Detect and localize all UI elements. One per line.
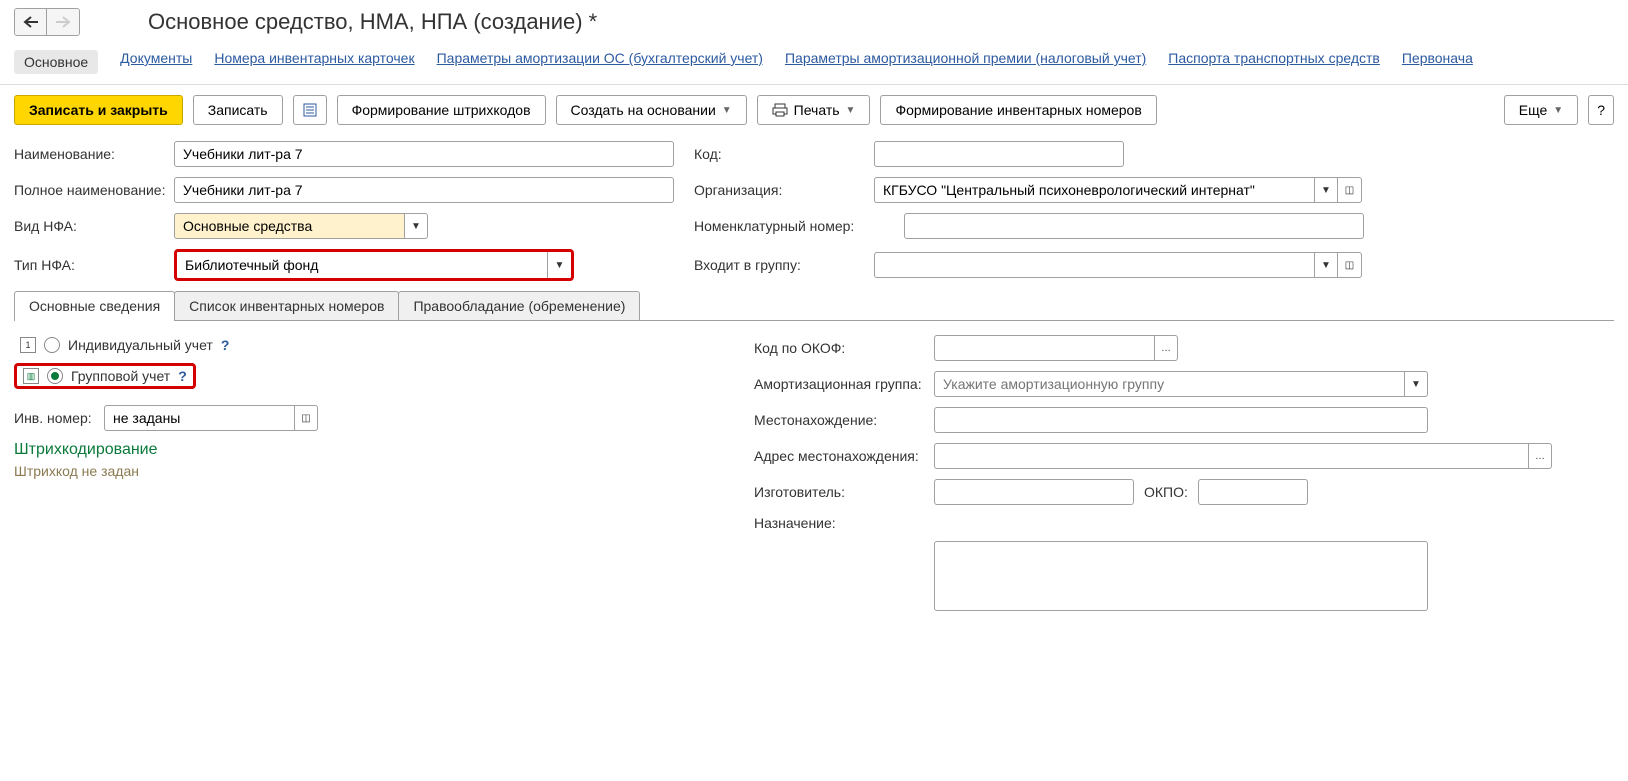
manuf-label: Изготовитель: bbox=[754, 484, 934, 500]
group-open-button[interactable]: ◫ bbox=[1338, 252, 1362, 278]
fullname-input[interactable] bbox=[174, 177, 674, 203]
okof-select-button[interactable]: … bbox=[1154, 335, 1178, 361]
org-open-button[interactable]: ◫ bbox=[1338, 177, 1362, 203]
fullname-label: Полное наименование: bbox=[14, 182, 174, 198]
purpose-textarea[interactable] bbox=[934, 541, 1428, 611]
tabs: Основные сведения Список инвентарных ном… bbox=[14, 291, 1614, 321]
section-passports[interactable]: Паспорта транспортных средств bbox=[1168, 50, 1380, 74]
section-main[interactable]: Основное bbox=[14, 50, 98, 74]
purpose-label: Назначение: bbox=[754, 515, 934, 531]
single-icon: 1 bbox=[20, 337, 36, 353]
inv-label: Инв. номер: bbox=[14, 410, 104, 426]
inv-input[interactable] bbox=[104, 405, 294, 431]
section-nav: Основное Документы Номера инвентарных ка… bbox=[0, 44, 1628, 85]
group-label: Входит в группу: bbox=[694, 257, 874, 273]
name-input[interactable] bbox=[174, 141, 674, 167]
addr-input[interactable] bbox=[934, 443, 1528, 469]
list-button[interactable] bbox=[293, 95, 327, 125]
create-based-button[interactable]: Создать на основании▼ bbox=[556, 95, 747, 125]
group-row-highlight: ▥ Групповой учет ? bbox=[14, 363, 196, 389]
okpo-label: ОКПО: bbox=[1144, 484, 1188, 500]
org-dropdown-button[interactable]: ▼ bbox=[1314, 177, 1338, 203]
barcode-status: Штрихкод не задан bbox=[14, 463, 714, 479]
inv-numbers-button[interactable]: Формирование инвентарных номеров bbox=[880, 95, 1156, 125]
tipnfa-input[interactable] bbox=[177, 252, 547, 278]
amort-input[interactable] bbox=[934, 371, 1404, 397]
vidnfa-input[interactable] bbox=[174, 213, 404, 239]
barcodes-button[interactable]: Формирование штрихкодов bbox=[337, 95, 546, 125]
section-amort-buh[interactable]: Параметры амортизации ОС (бухгалтерский … bbox=[437, 50, 763, 74]
save-close-button[interactable]: Записать и закрыть bbox=[14, 95, 183, 125]
section-amort-nalog[interactable]: Параметры амортизационной премии (налого… bbox=[785, 50, 1146, 74]
org-input[interactable] bbox=[874, 177, 1314, 203]
addr-select-button[interactable]: … bbox=[1528, 443, 1552, 469]
page-title: Основное средство, НМА, НПА (создание) * bbox=[148, 9, 597, 35]
loc-label: Местонахождение: bbox=[754, 412, 934, 428]
more-button[interactable]: Еще▼ bbox=[1504, 95, 1578, 125]
group-dropdown-button[interactable]: ▼ bbox=[1314, 252, 1338, 278]
okpo-input[interactable] bbox=[1198, 479, 1308, 505]
okof-label: Код по ОКОФ: bbox=[754, 340, 934, 356]
barcode-section-title: Штрихкодирование bbox=[14, 441, 714, 459]
group-input[interactable] bbox=[874, 252, 1314, 278]
nom-label: Номенклатурный номер: bbox=[694, 218, 904, 234]
amort-dropdown-button[interactable]: ▼ bbox=[1404, 371, 1428, 397]
tipnfa-highlight: ▼ bbox=[174, 249, 574, 281]
loc-input[interactable] bbox=[934, 407, 1428, 433]
section-pervon[interactable]: Первонача bbox=[1402, 50, 1473, 74]
tipnfa-dropdown-button[interactable]: ▼ bbox=[547, 252, 571, 278]
group-radio[interactable] bbox=[47, 368, 63, 384]
vidnfa-label: Вид НФА: bbox=[14, 218, 174, 234]
vidnfa-dropdown-button[interactable]: ▼ bbox=[404, 213, 428, 239]
code-input[interactable] bbox=[874, 141, 1124, 167]
section-inv-cards[interactable]: Номера инвентарных карточек bbox=[214, 50, 414, 74]
tab-inv-list[interactable]: Список инвентарных номеров bbox=[174, 291, 399, 320]
save-button[interactable]: Записать bbox=[193, 95, 283, 125]
back-button[interactable] bbox=[15, 9, 47, 35]
forward-button[interactable] bbox=[47, 9, 79, 35]
nav-buttons bbox=[14, 8, 80, 36]
inv-open-button[interactable]: ◫ bbox=[294, 405, 318, 431]
toolbar: Записать и закрыть Записать Формирование… bbox=[0, 85, 1628, 135]
print-button[interactable]: Печать▼ bbox=[757, 95, 871, 125]
tipnfa-label: Тип НФА: bbox=[14, 257, 174, 273]
section-docs[interactable]: Документы bbox=[120, 50, 192, 74]
nom-input[interactable] bbox=[904, 213, 1364, 239]
okof-input[interactable] bbox=[934, 335, 1154, 361]
code-label: Код: bbox=[694, 146, 874, 162]
org-label: Организация: bbox=[694, 182, 874, 198]
addr-label: Адрес местонахождения: bbox=[754, 448, 934, 464]
group-help[interactable]: ? bbox=[178, 368, 187, 384]
help-button[interactable]: ? bbox=[1588, 95, 1614, 125]
individual-radio[interactable] bbox=[44, 337, 60, 353]
print-icon bbox=[772, 103, 788, 117]
stack-icon: ▥ bbox=[23, 368, 39, 384]
individual-label: Индивидуальный учет bbox=[68, 337, 213, 353]
manuf-input[interactable] bbox=[934, 479, 1134, 505]
tab-rights[interactable]: Правообладание (обременение) bbox=[398, 291, 640, 320]
name-label: Наименование: bbox=[14, 146, 174, 162]
individual-row[interactable]: 1 Индивидуальный учет ? bbox=[14, 335, 714, 355]
individual-help[interactable]: ? bbox=[221, 337, 230, 353]
group-label: Групповой учет bbox=[71, 368, 170, 384]
tab-main-info[interactable]: Основные сведения bbox=[14, 291, 175, 320]
amort-label: Амортизационная группа: bbox=[754, 376, 934, 392]
